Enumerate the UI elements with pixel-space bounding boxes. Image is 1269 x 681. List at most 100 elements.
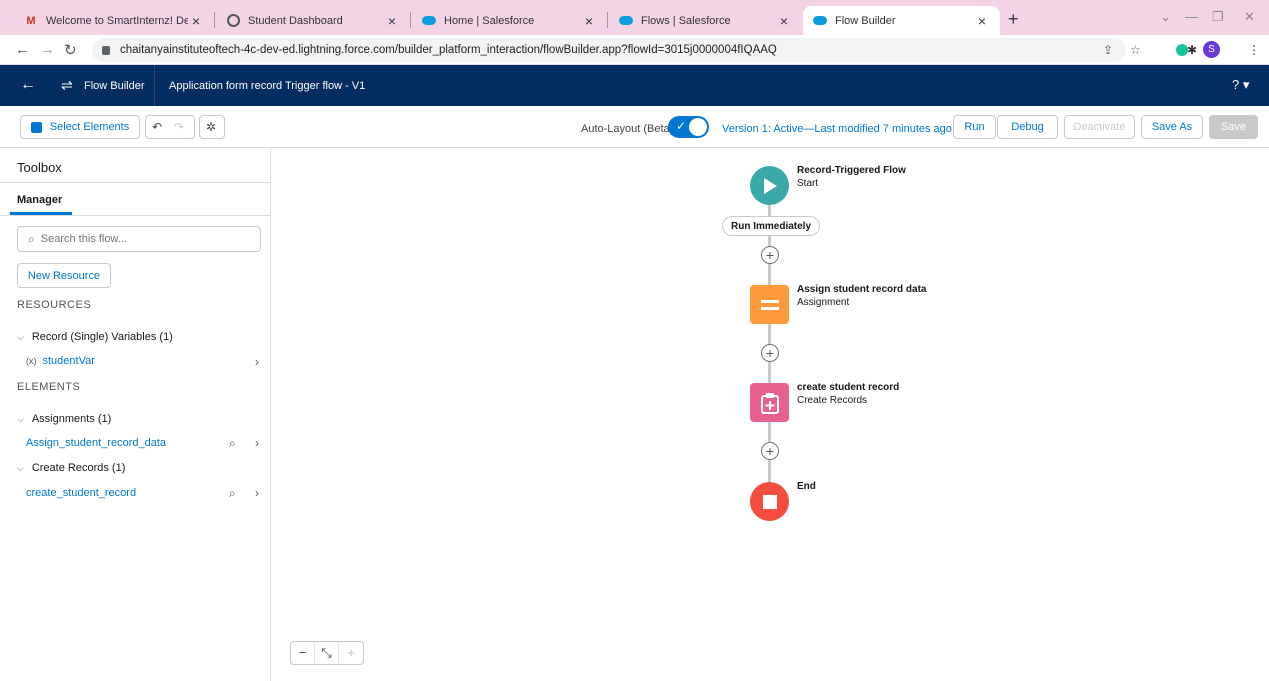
tab-search-icon[interactable]: ⌄ (1160, 9, 1171, 25)
add-element-button[interactable]: + (761, 344, 779, 362)
run-button[interactable]: Run (953, 115, 996, 139)
profile-avatar[interactable]: S (1203, 41, 1220, 58)
salesforce-icon (813, 14, 827, 28)
auto-layout-label: Auto-Layout (Beta) (581, 123, 674, 135)
close-tab-icon[interactable]: × (776, 13, 792, 29)
resource-item-studentvar[interactable]: (x) studentVar (26, 355, 95, 367)
chevron-down-icon: ⌵ (17, 413, 24, 424)
resources-header: RESOURCES (17, 299, 92, 311)
close-window-icon[interactable]: ✕ (1244, 9, 1255, 25)
gear-icon: ✲ (205, 120, 217, 134)
flow-builder-icon: ⇌ (61, 77, 73, 93)
url-text: chaitanyainstituteoftech-4c-dev-ed.light… (120, 44, 777, 56)
add-element-button[interactable]: + (761, 442, 779, 460)
search-icon[interactable]: ⌕ (229, 486, 236, 501)
tab-title: Home | Salesforce (444, 14, 535, 27)
tab-title: Welcome to SmartInternz! Deligh (46, 14, 188, 27)
chevron-right-icon[interactable]: › (255, 436, 259, 450)
flow-canvas[interactable]: Record-Triggered Flow Start Run Immediat… (272, 148, 1269, 681)
close-tab-icon[interactable]: × (384, 13, 400, 29)
end-node[interactable] (750, 482, 789, 521)
chevron-down-icon: ⌵ (17, 331, 24, 342)
add-element-button[interactable]: + (761, 246, 779, 264)
play-icon (763, 177, 777, 194)
element-item-create-records[interactable]: create_student_record (26, 487, 136, 499)
assignment-equals-icon (760, 299, 779, 310)
search-icon[interactable]: ⌕ (229, 436, 236, 451)
gmail-icon: M (26, 14, 36, 27)
fit-to-view-icon[interactable]: ⤡ (315, 642, 339, 664)
browser-tab-flow-builder[interactable]: Flow Builder × (803, 6, 1000, 35)
search-flow-input[interactable]: ⌕ Search this flow... (17, 226, 261, 252)
forward-arrow-icon[interactable]: → (40, 41, 55, 58)
search-placeholder: Search this flow... (40, 233, 127, 245)
undo-icon[interactable]: ↶ (146, 120, 168, 134)
back-arrow-icon[interactable]: ← (20, 76, 36, 94)
restore-icon[interactable]: ❐ (1212, 9, 1224, 25)
zoom-in-icon[interactable]: + (339, 642, 363, 664)
salesforce-icon (422, 14, 436, 28)
save-button[interactable]: Save (1209, 115, 1258, 139)
close-tab-icon[interactable]: × (581, 13, 597, 29)
url-field[interactable]: chaitanyainstituteoftech-4c-dev-ed.light… (92, 38, 1126, 62)
close-tab-icon[interactable]: × (974, 13, 990, 29)
bookmark-star-icon[interactable]: ☆ (1130, 43, 1141, 57)
undo-redo-group: ↶ ↷ (145, 115, 195, 139)
end-node-label: End (797, 481, 816, 492)
close-tab-icon[interactable]: × (188, 13, 204, 29)
address-bar-row: ← → ↻ chaitanyainstituteoftech-4c-dev-ed… (0, 35, 1269, 65)
salesforce-icon (619, 14, 633, 28)
debug-button[interactable]: Debug (997, 115, 1058, 139)
run-immediately-path[interactable]: Run Immediately (722, 216, 821, 236)
chevron-right-icon[interactable]: › (255, 355, 259, 369)
globe-icon (226, 14, 240, 28)
lock-icon (102, 45, 110, 55)
chevron-right-icon[interactable]: › (255, 486, 259, 500)
new-tab-button[interactable]: + (1008, 9, 1019, 30)
create-records-group[interactable]: ⌵ Create Records (1) (17, 462, 125, 474)
extensions-puzzle-icon[interactable]: ✱ (1187, 43, 1197, 57)
tab-title: Flow Builder (835, 14, 896, 27)
element-item-assignment[interactable]: Assign_student_record_data (26, 437, 166, 449)
deactivate-button[interactable]: Deactivate (1064, 115, 1135, 139)
help-menu-button[interactable]: ? ▾ (1232, 77, 1249, 93)
group-label: Record (Single) Variables (1) (31, 331, 173, 343)
version-status[interactable]: Version 1: Active—Last modified 7 minute… (722, 123, 952, 135)
item-label: Assign_student_record_data (26, 437, 167, 449)
flow-builder-header: ← ⇌ Flow Builder Application form record… (0, 65, 1269, 106)
tab-manager[interactable]: Manager (17, 194, 62, 206)
create-records-node[interactable] (750, 383, 789, 422)
assignment-node-label: Assign student record data Assignment (797, 284, 927, 308)
share-icon[interactable]: ⇪ (1103, 43, 1113, 57)
assignments-group[interactable]: ⌵ Assignments (1) (17, 413, 111, 425)
item-label: studentVar (42, 355, 95, 367)
redo-icon[interactable]: ↷ (168, 120, 190, 134)
toolbox-panel: Toolbox Manager ⌕ Search this flow... Ne… (0, 148, 271, 681)
select-elements-button[interactable]: Select Elements (20, 115, 140, 139)
zoom-out-icon[interactable]: − (291, 642, 315, 664)
reload-icon[interactable]: ↻ (64, 41, 77, 59)
assignment-node[interactable] (750, 285, 789, 324)
browser-tab-flows-salesforce[interactable]: Flows | Salesforce × (609, 6, 802, 35)
record-variables-group[interactable]: ⌵ Record (Single) Variables (1) (17, 331, 173, 343)
minimize-icon[interactable]: — (1185, 9, 1198, 24)
item-label: create_student_record (26, 487, 137, 499)
stop-icon (762, 494, 777, 509)
select-icon (30, 121, 42, 133)
browser-tab-gmail[interactable]: M Welcome to SmartInternz! Deligh × (14, 6, 214, 35)
browser-tab-strip: M Welcome to SmartInternz! Deligh × Stud… (0, 0, 1269, 35)
flow-properties-button[interactable]: ✲ (199, 115, 225, 139)
browser-tab-student-dashboard[interactable]: Student Dashboard × (216, 6, 410, 35)
auto-layout-toggle[interactable]: ✓ (668, 116, 709, 138)
start-node[interactable] (750, 166, 789, 205)
select-elements-label: Select Elements (49, 121, 130, 133)
chevron-down-icon: ⌵ (17, 462, 24, 473)
browser-menu-icon[interactable]: ⋮ (1248, 43, 1260, 57)
check-icon: ✓ (676, 119, 687, 133)
tab-title: Flows | Salesforce (641, 14, 731, 27)
elements-header: ELEMENTS (17, 381, 81, 393)
browser-tab-home-salesforce[interactable]: Home | Salesforce × (412, 6, 607, 35)
save-as-button[interactable]: Save As (1141, 115, 1203, 139)
back-arrow-icon[interactable]: ← (15, 41, 30, 58)
new-resource-button[interactable]: New Resource (17, 263, 111, 288)
